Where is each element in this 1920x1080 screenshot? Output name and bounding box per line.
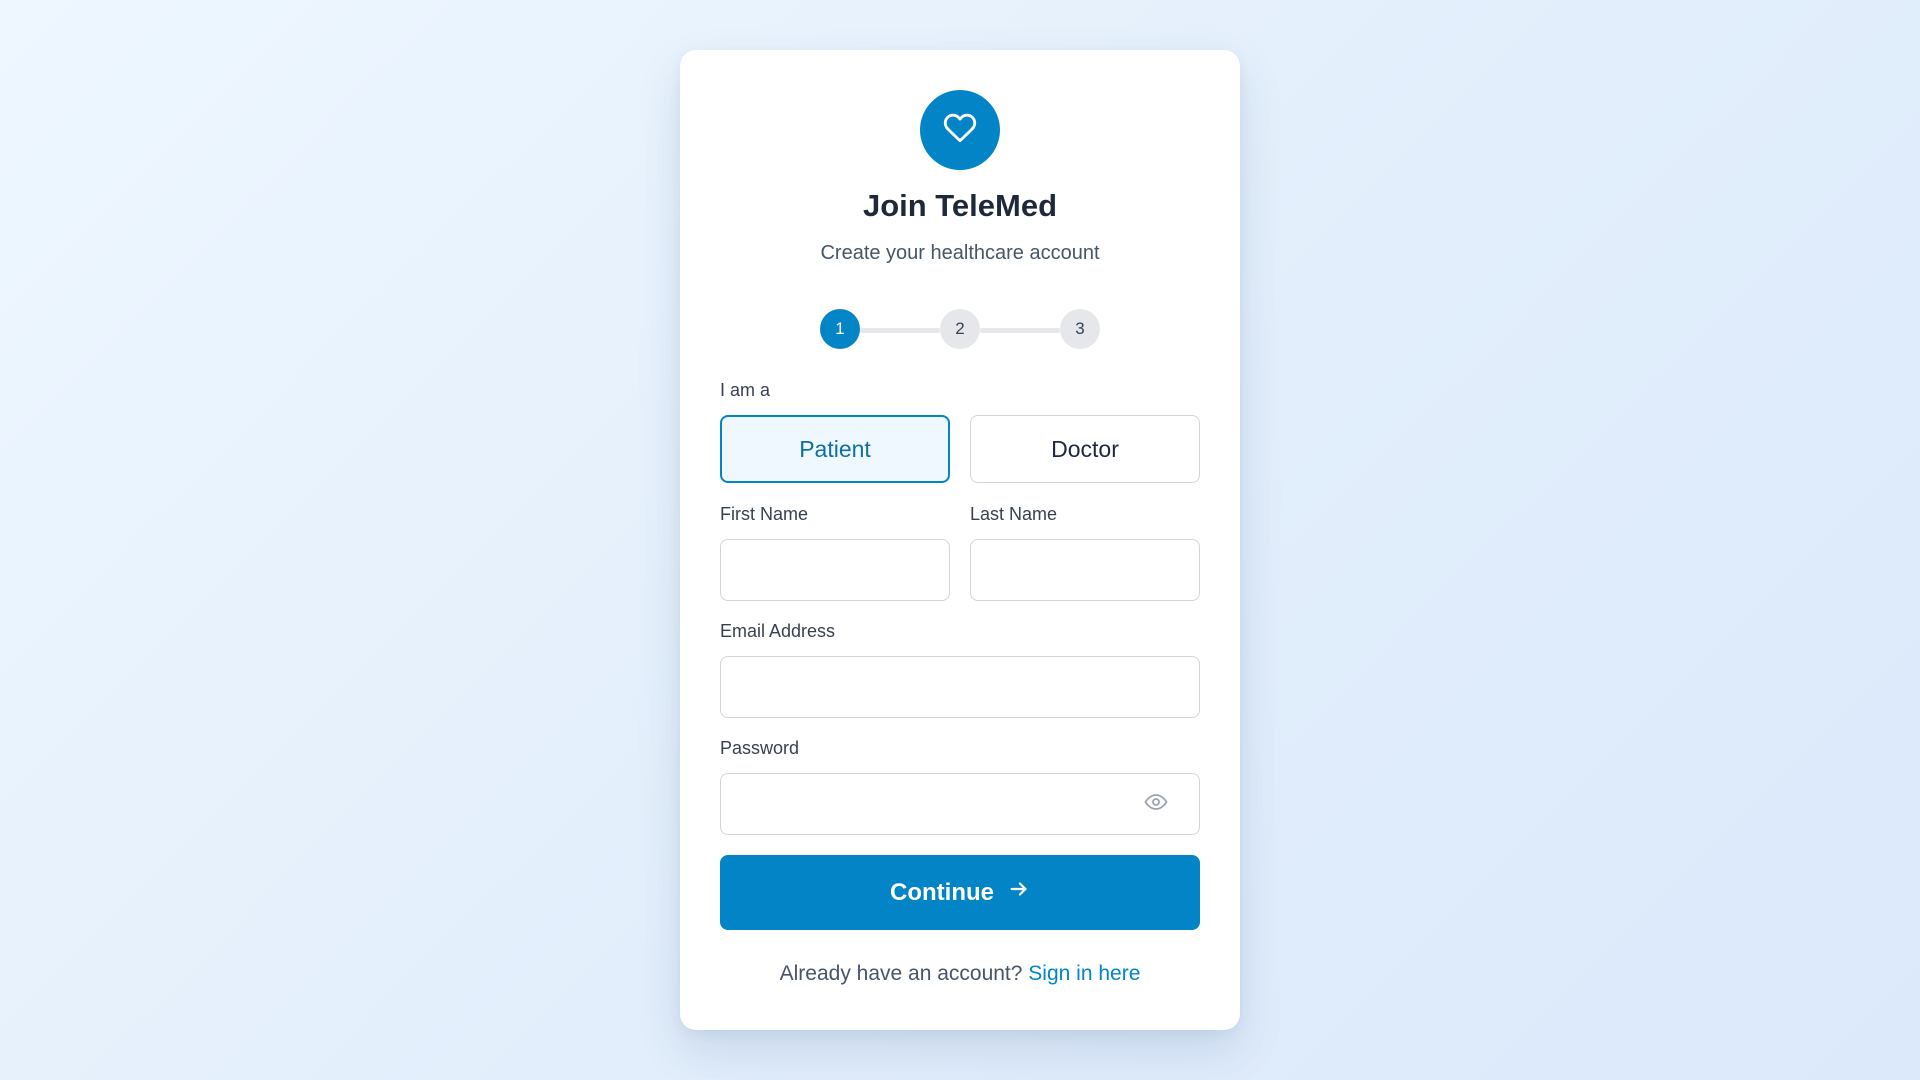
role-doctor-button[interactable]: Doctor xyxy=(970,415,1200,483)
step-connector xyxy=(980,328,1060,333)
page-title: Join TeleMed xyxy=(862,188,1058,223)
signin-prompt: Already have an account? Sign in here xyxy=(680,962,1240,986)
arrow-right-icon xyxy=(1008,878,1030,907)
page-subtitle: Create your healthcare account xyxy=(820,242,1100,264)
role-label: I am a xyxy=(720,380,771,400)
logo-badge xyxy=(920,90,1000,170)
first-name-label: First Name xyxy=(720,504,809,524)
first-name-input[interactable] xyxy=(720,539,950,601)
heart-icon xyxy=(943,111,977,150)
email-label: Email Address xyxy=(720,621,836,641)
continue-label: Continue xyxy=(890,878,994,906)
step-connector xyxy=(860,328,940,333)
eye-icon[interactable] xyxy=(1143,789,1169,815)
password-input[interactable] xyxy=(720,773,1200,835)
step-3: 3 xyxy=(1060,309,1100,349)
email-input[interactable] xyxy=(720,656,1200,718)
step-2: 2 xyxy=(940,309,980,349)
continue-button[interactable]: Continue xyxy=(720,855,1200,930)
progress-stepper: 1 2 3 xyxy=(820,309,1100,349)
role-patient-button[interactable]: Patient xyxy=(720,415,950,483)
signup-card: Join TeleMed Create your healthcare acco… xyxy=(680,50,1240,1030)
signin-link[interactable]: Sign in here xyxy=(1028,962,1140,985)
step-1-current: 1 xyxy=(820,309,860,349)
last-name-label: Last Name xyxy=(970,504,1058,524)
last-name-input[interactable] xyxy=(970,539,1200,601)
signin-prompt-text: Already have an account? xyxy=(779,962,1023,985)
password-label: Password xyxy=(720,738,800,758)
